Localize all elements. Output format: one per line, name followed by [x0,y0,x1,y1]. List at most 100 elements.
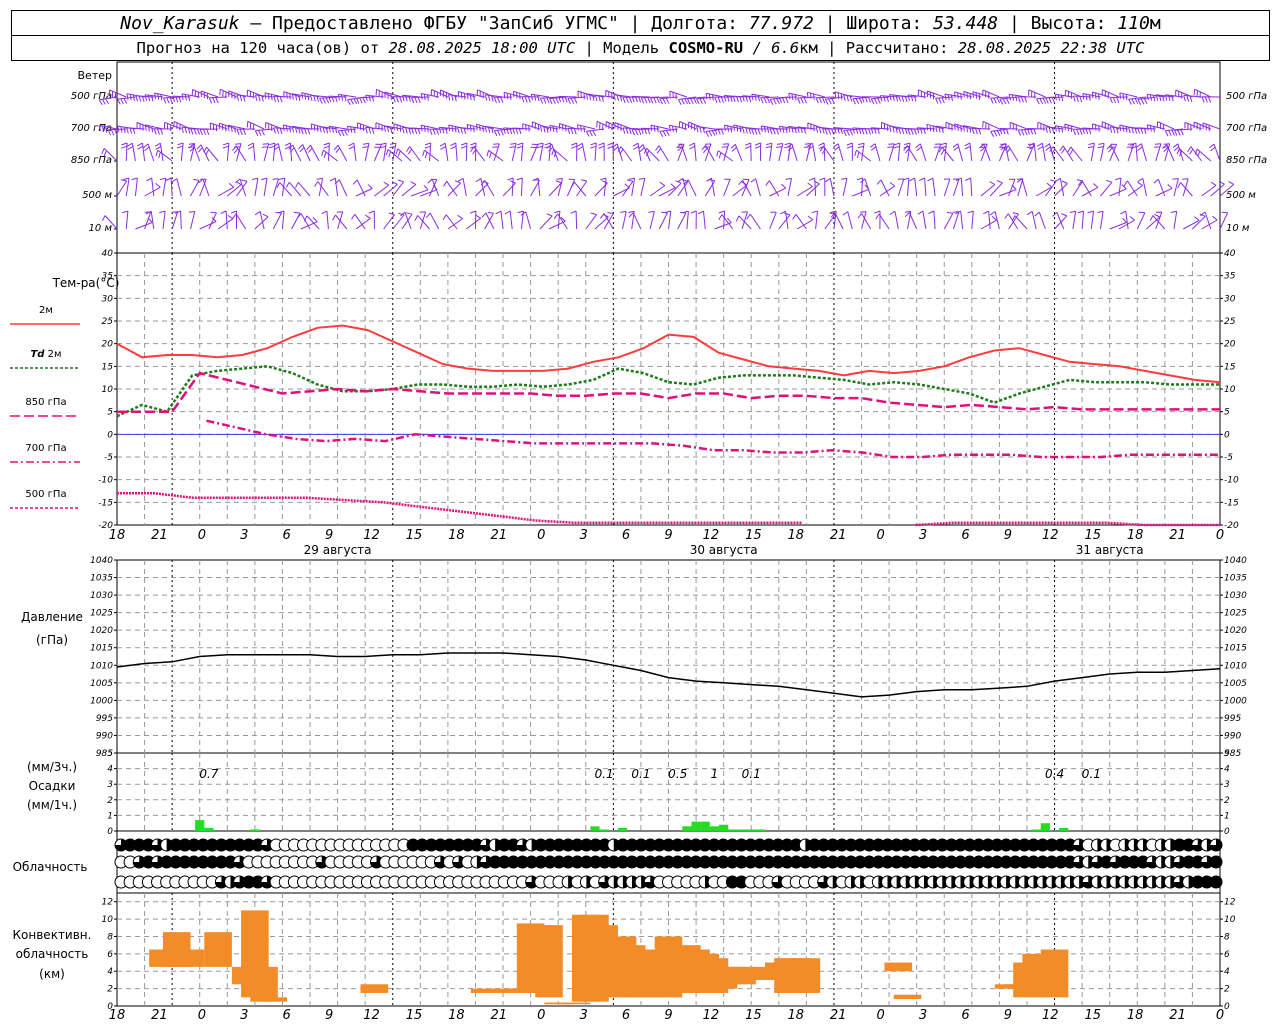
wind-barb [638,177,646,197]
wind-barb [857,213,872,230]
wind-barb [792,214,807,230]
wind-barb [1072,95,1092,103]
wind-barb [1182,216,1200,230]
wind-barb [181,126,200,134]
wind-barb [522,123,540,132]
wind-barb [384,91,403,100]
wind-barb [978,143,991,162]
wind-barb [126,127,145,135]
conv-bar [259,997,288,1002]
wind-barb [337,128,357,137]
wind-barb [915,143,927,162]
wind-barb [716,150,734,162]
pressure-ytick-left: 1015 [90,644,113,654]
wind-barb [1201,96,1221,103]
wind-barb [502,180,516,197]
wind-barb [439,142,449,162]
wind-barb [1087,210,1094,230]
wind-barb [1008,212,1020,230]
precip-bar [691,821,701,831]
wind-barb [430,88,449,99]
x-tick-label-bottom: 15 [406,1008,423,1023]
precip-bar [682,826,692,831]
wind-barb [620,210,627,230]
wind-barb [254,128,274,137]
pressure-ytick-right: 1010 [1224,661,1247,671]
wind-barb [159,210,166,230]
wind-barb [1193,121,1211,131]
wind-barb [429,128,448,135]
wind-barb [126,142,136,162]
wind-barb [457,126,476,134]
wind-barb [723,178,731,197]
wind-barb [199,128,219,136]
wind-barb [778,96,798,104]
x-tick-label-top: 18 [787,528,804,543]
temp-ytick-left: -5 [104,453,113,463]
wind-barb [945,121,963,131]
x-tick-label-top: 6 [622,528,630,543]
x-tick-label-top: 9 [664,528,672,543]
wind-barb [815,126,835,134]
x-tick-label-top: 15 [406,528,423,543]
temp-ytick-right: 5 [1224,408,1230,418]
wind-barb [1156,121,1175,131]
precip-bar [728,829,738,831]
wind-barb [598,142,605,162]
pressure-unit: (гПа) [36,633,68,647]
wind-barb [516,142,524,162]
wind-barb [217,183,235,197]
conv-title1: Конвективн. [13,928,92,942]
conv-ytick-right: 12 [1224,898,1236,908]
wind-barb [321,149,338,162]
precip-ytick-left: 0 [107,827,113,837]
temp-ytick-right: 35 [1224,272,1236,282]
conv-bar [792,958,821,993]
x-tick-label-bottom: 21 [830,1008,847,1023]
wind-barb [605,121,623,131]
wind-barb [999,96,1018,105]
conv-bar [1040,949,1069,998]
wind-barb [887,143,895,162]
wind-barb [879,95,899,102]
wind-barb [154,142,164,162]
wind-barb [553,213,568,230]
temp-ytick-left: -20 [98,521,113,531]
wind-barb [893,142,901,162]
wind-barb [967,210,974,230]
temp-ytick-right: -10 [1224,476,1239,486]
precip-annotation: 0.1 [595,767,614,781]
temp-ytick-right: 25 [1224,317,1236,327]
wind-barb [121,142,128,162]
conv-ytick-right: 6 [1224,950,1230,960]
wind-barb [678,120,697,131]
wind-barb [596,120,614,131]
wind-barb [457,91,476,100]
wind-barb [875,213,890,230]
wind-barb [460,142,468,162]
wind-barb [677,211,687,230]
x-tick-label-top: 3 [240,528,248,543]
temp-ytick-left: 25 [102,317,114,327]
wind-barb [236,128,255,135]
conv-ytick-left: 6 [107,950,113,960]
precip-bar [1040,823,1050,831]
precip-ytick-right: 5 [1224,749,1230,759]
temp-ytick-left: -10 [98,476,113,486]
wind-barb [492,143,500,162]
meteogram: 18 21 0 3 6 9 12 15 18 21 0 3 6 9 12 15 18 21 0 3 6 9 12 15 18 21… [10,61,1267,1023]
pressure-ytick-left: 1030 [90,591,113,601]
wind-level-right: 10 м [1226,223,1250,234]
wind-barb [954,123,972,132]
wind-barb [1155,211,1163,230]
x-tick-label-bottom: 0 [1216,1008,1224,1023]
precip-bar [250,829,260,831]
x-tick-label-bottom: 15 [745,1008,762,1023]
wind-barb [365,94,384,102]
x-tick-label-top: 12 [363,528,380,543]
wind-barb [1036,142,1046,162]
wind-barb [1137,177,1147,197]
wind-barb [365,126,384,134]
wind-barb [438,126,458,134]
pressure-ytick-right: 995 [1224,714,1241,724]
